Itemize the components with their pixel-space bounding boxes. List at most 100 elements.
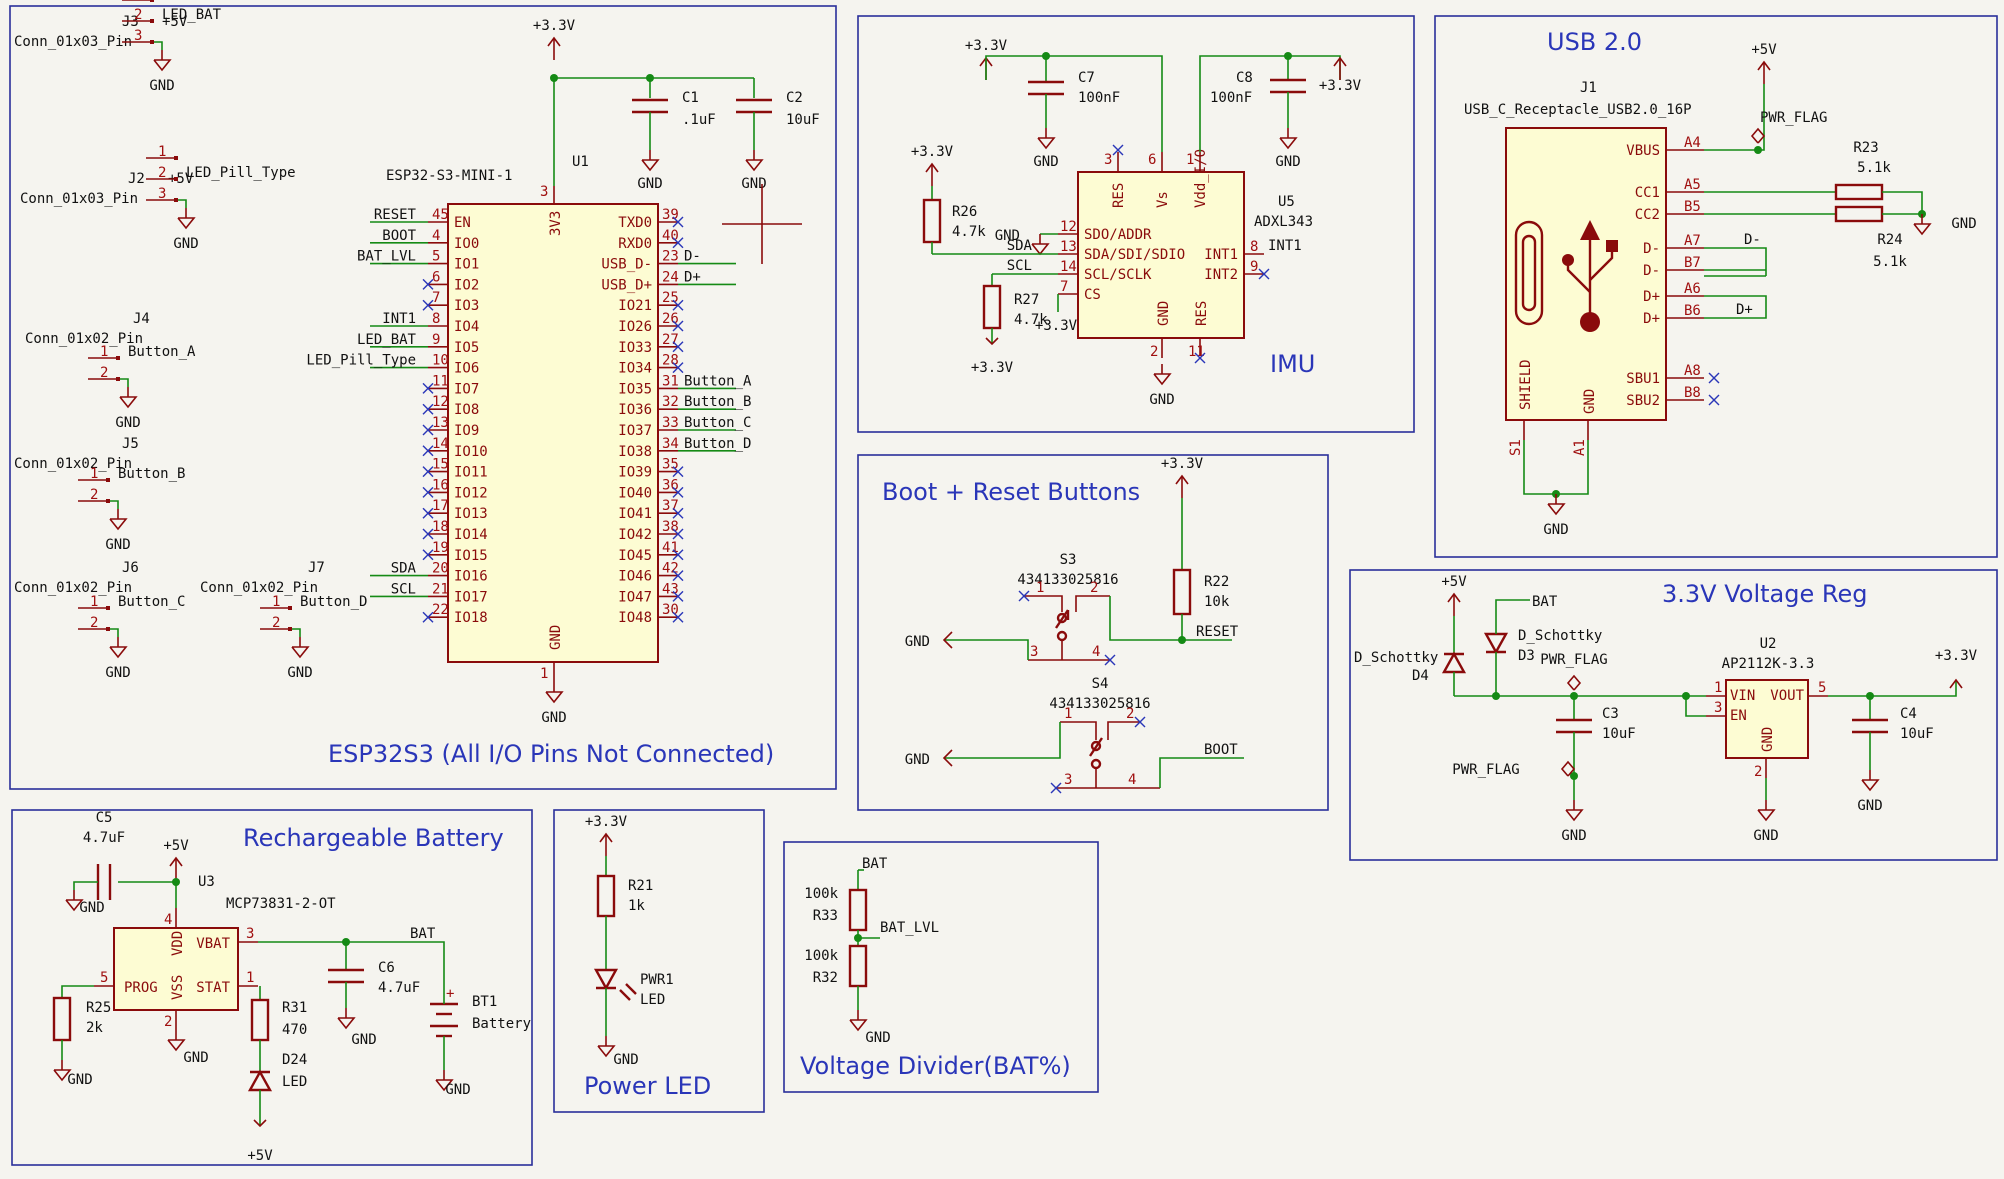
ground-symbol <box>109 646 128 659</box>
ground-label: GND <box>115 415 140 431</box>
mcu-pin-number: 21 <box>432 581 449 597</box>
mcu-pin-name: RXD0 <box>618 236 652 252</box>
power-label: +5V <box>1751 42 1777 58</box>
ground-symbol <box>1031 243 1050 256</box>
usb-pin-number: A7 <box>1684 233 1701 249</box>
mcu-value: ESP32-S3-MINI-1 <box>386 168 512 184</box>
title-battery: Rechargeable Battery <box>243 824 504 852</box>
d3-body <box>1483 632 1509 655</box>
usb-trident-icon <box>1562 254 1574 266</box>
mcu-pin-number: 20 <box>432 561 449 577</box>
pwr-led-rays <box>625 983 637 995</box>
mcu-pin-name: IO4 <box>454 319 479 335</box>
ground-symbol <box>1547 503 1566 516</box>
usb-dp-wire <box>1704 295 1767 319</box>
pwr-led-rays <box>619 989 631 1001</box>
mcu-pin-name: IO17 <box>454 589 488 605</box>
mcu-pin-name: IO11 <box>454 465 488 481</box>
mcu-net-label: Button_D <box>684 436 751 452</box>
r33-ref: R33 <box>813 908 838 924</box>
ground-symbol <box>337 1017 356 1030</box>
c3-ref: C3 <box>1602 706 1619 722</box>
mcu-pin-name: IO35 <box>618 381 652 397</box>
usb-ref: J1 <box>1580 80 1597 96</box>
c5-wire <box>73 881 98 890</box>
div-gnd-label: GND <box>865 1030 890 1046</box>
cs-rail: +3.3V <box>1035 318 1078 334</box>
r31-val: 470 <box>282 1022 307 1038</box>
charger-pin-num: 5 <box>100 970 108 986</box>
ground-symbol <box>291 646 310 659</box>
connector-signal: Button_A <box>128 344 196 360</box>
d4-ref: D4 <box>1412 668 1429 684</box>
r21-val: 1k <box>628 898 645 914</box>
title-imu: IMU <box>1270 350 1315 378</box>
s3-pin-num: 4 <box>1092 644 1100 660</box>
imu-pin-name: RES <box>1194 301 1210 326</box>
mcu-pin-number: 17 <box>432 498 449 514</box>
imu-pin-name: SCL/SCLK <box>1084 267 1152 283</box>
c2-val: 10uF <box>786 112 820 128</box>
mcu-pin-name: IO42 <box>618 527 652 543</box>
mcu-pin-name: IO6 <box>454 361 479 377</box>
connector-signal: Button_B <box>118 466 185 482</box>
c2-ref: C2 <box>786 90 803 106</box>
cc-gnd-label: GND <box>1951 216 1976 232</box>
c3-val: 10uF <box>1602 726 1636 742</box>
connector-gnd-wire <box>120 378 129 387</box>
resistor-body <box>848 944 868 988</box>
mcu-pin-name: IO10 <box>454 444 488 460</box>
mcu-pin-number: 18 <box>432 519 449 535</box>
s4-ref: S4 <box>1092 676 1109 692</box>
d24-rail: +5V <box>247 1148 273 1164</box>
mcu-pin-number: 11 <box>432 373 449 389</box>
power-label: +3.3V <box>585 814 628 830</box>
c6-val: 4.7uF <box>378 980 420 996</box>
mcu-pin-name: IO33 <box>618 340 652 356</box>
connector-signal: Button_D <box>300 594 367 610</box>
mcu-pin-name: IO37 <box>618 423 652 439</box>
ground-symbol <box>1757 809 1776 822</box>
usb-trident-icon <box>1580 312 1600 332</box>
usb-pin-name: VBUS <box>1626 143 1660 159</box>
s3-pin-num: 3 <box>1030 644 1038 660</box>
vreg-pin-num: 3 <box>1714 700 1722 716</box>
mcu-3v3-name: 3V3 <box>548 211 564 236</box>
s4-pin-num: 3 <box>1064 772 1072 788</box>
power-label: +3.3V <box>533 18 576 34</box>
mcu-net-label: SCL <box>391 581 416 597</box>
power-label: +3.3V <box>965 38 1008 54</box>
title-usb: USB 2.0 <box>1547 28 1642 56</box>
c8-gnd-label: GND <box>1275 154 1300 170</box>
imu-pin-number: 6 <box>1148 152 1156 168</box>
ground-symbol <box>545 691 564 704</box>
imu-pin-number: 14 <box>1060 259 1077 275</box>
d3-ref: D3 <box>1518 648 1535 664</box>
c1-val: .1uF <box>682 112 716 128</box>
mcu-gnd-name: GND <box>548 625 564 650</box>
pled-gnd-label: GND <box>613 1052 638 1068</box>
s3-pin2 <box>1075 595 1110 612</box>
mcu-pin-number: 4 <box>432 228 440 244</box>
ground-label: GND <box>149 78 174 94</box>
ground-label: GND <box>287 665 312 681</box>
mcu-pin-number: 22 <box>432 602 449 618</box>
connector-signal: Button_C <box>118 594 185 610</box>
mcu-pin-name: EN <box>454 215 471 231</box>
vreg-pin-num: 5 <box>1818 680 1826 696</box>
charger-pin-num: 4 <box>164 912 172 928</box>
ground-label: GND <box>1561 828 1586 844</box>
imu-pin-name: INT1 <box>1204 247 1238 263</box>
resistor-body <box>1834 205 1884 223</box>
vreg-vin: VIN <box>1730 688 1755 704</box>
d4-body <box>1441 651 1467 674</box>
r24-ref: R24 <box>1877 232 1902 248</box>
imu-pin-name: SDO/ADDR <box>1084 227 1152 243</box>
connector-signal: LED_BAT <box>162 7 222 23</box>
pwr-flag-symbol <box>1750 127 1766 144</box>
ground-label: GND <box>1149 392 1174 408</box>
charger-ref: U3 <box>198 874 215 890</box>
boot-wire <box>1159 757 1244 788</box>
mcu-net-label: Button_C <box>684 415 751 431</box>
connector-value: Conn_01x02_Pin <box>25 331 143 347</box>
